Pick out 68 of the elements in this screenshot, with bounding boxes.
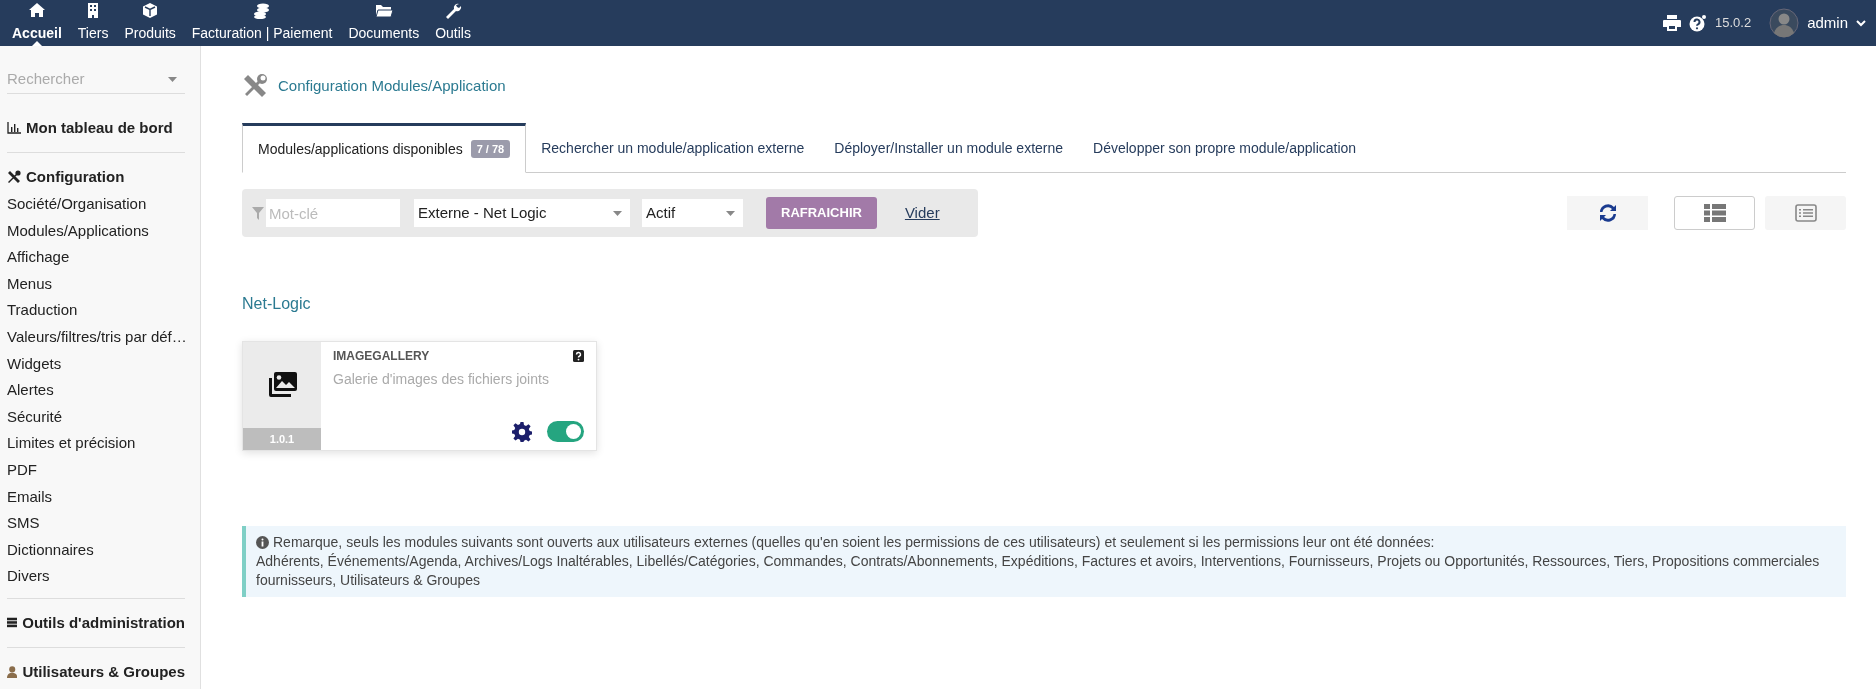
info-icon	[256, 536, 269, 549]
version-badge: 1.0.1	[243, 428, 321, 450]
version-text: 15.0.2	[1715, 14, 1752, 33]
user-icon	[7, 664, 18, 679]
print-icon[interactable]	[1663, 15, 1681, 31]
toggle-switch[interactable]	[547, 421, 584, 442]
reload-button[interactable]	[1567, 196, 1648, 230]
sidebar-item[interactable]: Emails	[7, 483, 185, 511]
count-badge: 7 / 78	[470, 139, 511, 159]
home-icon	[27, 2, 46, 20]
sidebar-item[interactable]: Valeurs/filtres/tris par déf…	[7, 323, 185, 351]
nav-item[interactable]: Facturation | Paiement	[183, 0, 341, 46]
group-title: Net-Logic	[242, 294, 312, 314]
sidebar-item[interactable]: Limites et précision	[7, 430, 185, 457]
section-title[interactable]: Outils d'administration	[22, 611, 185, 635]
settings-icon[interactable]	[512, 421, 532, 442]
avatar-icon[interactable]	[1769, 8, 1800, 38]
help-icon[interactable]	[1689, 14, 1707, 32]
sidebar-item[interactable]: Traduction	[7, 297, 185, 324]
sidebar-item[interactable]: Divers	[7, 563, 185, 590]
section-title[interactable]: Utilisateurs & Groupes	[22, 660, 185, 684]
note-text: Remarque, seuls les modules suivants sont ouverts aux utilisateurs externes (quelles qu'en soient les permissions de ces utilisateurs) et seulement si les permissions leur ont été données:	[273, 533, 1435, 552]
origin-dropdown[interactable]: Externe - Net Logic	[414, 199, 630, 227]
sidebar-item[interactable]: Alertes	[7, 377, 185, 404]
keyword-field[interactable]: Mot-clé	[266, 199, 400, 227]
module-description: Galerie d'images des fichiers joints	[333, 370, 550, 389]
clear-link[interactable]: Vider	[904, 201, 940, 225]
tab[interactable]: Déployer/Installer un module externe	[819, 123, 1079, 173]
caret-icon	[168, 77, 177, 82]
tab[interactable]: Modules/applications disponibles 7 / 78	[242, 123, 527, 173]
module-name: IMAGEGALLERY	[333, 348, 430, 365]
tools-icon	[242, 73, 268, 99]
nav-item[interactable]: Outils	[427, 0, 479, 46]
wrench-icon	[444, 2, 463, 20]
sidebar-item[interactable]: Menus	[7, 270, 185, 298]
sidebar-item[interactable]: SMS	[7, 510, 185, 537]
list-icon	[1703, 204, 1726, 222]
view-mode-button[interactable]	[1674, 196, 1755, 230]
tab[interactable]: Rechercher un module/application externe	[526, 123, 820, 173]
help-icon[interactable]	[573, 350, 584, 362]
tools-icon	[7, 170, 21, 184]
tab[interactable]: Développer son propre module/application	[1078, 123, 1372, 173]
nav-item[interactable]: Produits	[116, 0, 184, 46]
refresh-button[interactable]: RAFRAICHIR	[766, 197, 877, 229]
user-name[interactable]: admin	[1807, 11, 1848, 35]
caret-icon	[613, 210, 622, 216]
filter-icon	[252, 206, 264, 220]
status-dropdown[interactable]: Actif	[642, 199, 743, 227]
sidebar-item[interactable]: Dictionnaires	[7, 536, 185, 564]
server-icon	[7, 616, 18, 630]
images-icon	[266, 371, 298, 399]
chart-icon	[7, 122, 21, 134]
coins-icon	[253, 2, 272, 20]
sidebar-item[interactable]: Affichage	[7, 244, 185, 271]
sidebar-item[interactable]: Sécurité	[7, 403, 185, 431]
nav-item[interactable]: Tiers	[69, 0, 117, 46]
chevron-down-icon[interactable]	[1856, 19, 1866, 27]
caret-icon	[726, 210, 735, 216]
sidebar-item[interactable]: Modules/Applications	[7, 217, 185, 245]
section-title[interactable]: Configuration	[26, 165, 125, 189]
page-title: Configuration Modules/Application	[278, 75, 506, 96]
detail-list-icon	[1794, 204, 1817, 222]
sidebar-item[interactable]: PDF	[7, 456, 185, 484]
nav-item[interactable]: Documents	[340, 0, 428, 46]
section-title[interactable]: Mon tableau de bord	[26, 116, 173, 140]
sidebar-item[interactable]: Société/Organisation	[7, 191, 185, 218]
sidebar-item[interactable]: Widgets	[7, 350, 185, 378]
module-list-text: Adhérents, Événements/Agenda, Archives/Logs Inaltérables, Libellés/Catégories, Commandes, Contrats/Abonnements, Expéditions, Factures et avoirs, Interventions, Fournisseurs, Projets ou Opportunités, Ressources, Tiers, Propositions commerciales fournisseurs, Utilisateurs & Groupes	[256, 552, 1821, 590]
